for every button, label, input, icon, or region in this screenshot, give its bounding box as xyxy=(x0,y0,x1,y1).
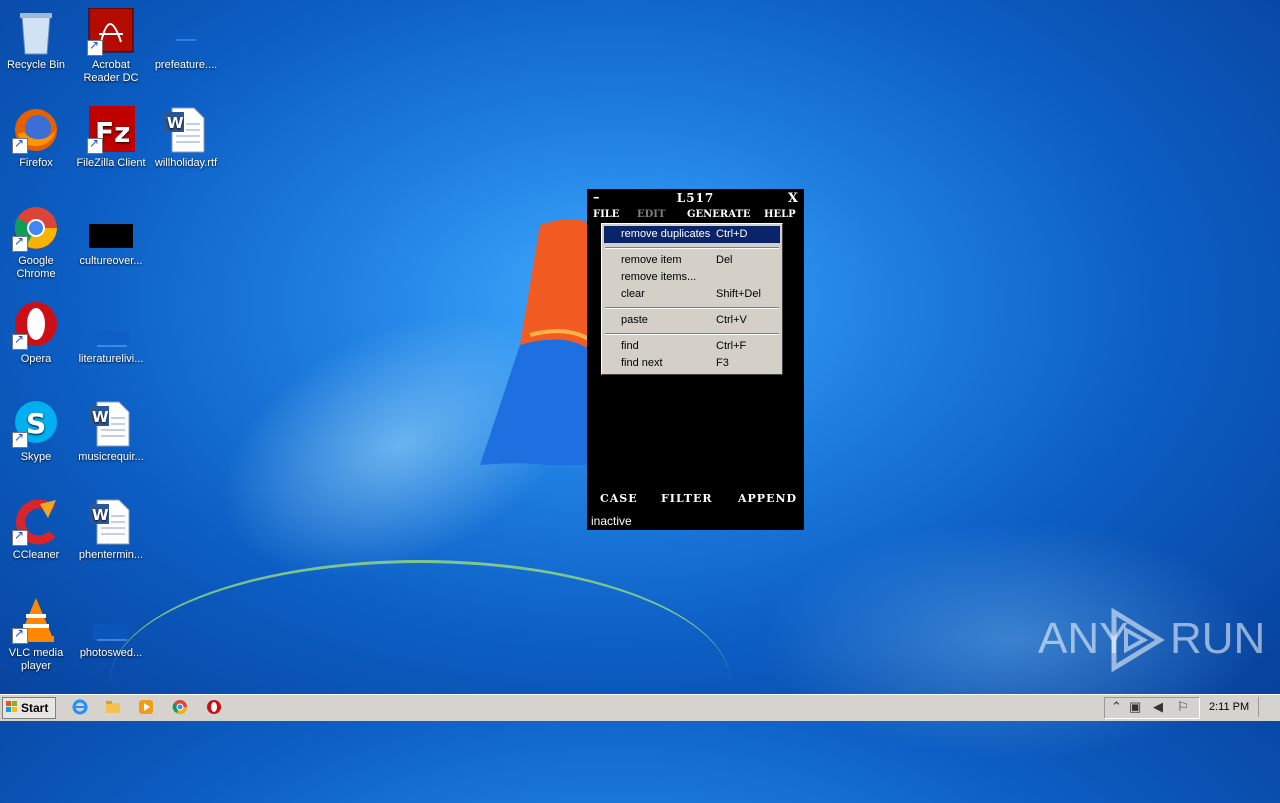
menu-edit[interactable]: EDIT xyxy=(637,209,665,220)
svg-text:W: W xyxy=(167,114,184,132)
menu-generate[interactable]: GENERATE xyxy=(687,209,751,220)
menu-item-remove-item[interactable]: remove item Del xyxy=(604,252,780,269)
skype-icon: S xyxy=(12,400,60,448)
file-icon xyxy=(87,204,135,252)
menu-file[interactable]: FILE xyxy=(593,209,619,220)
desktop-icon-literaturelivi[interactable]: literaturelivi... xyxy=(73,302,149,366)
menu-help[interactable]: HELP xyxy=(764,209,796,220)
word-document-icon: W xyxy=(87,498,135,546)
desktop-icon-willholiday[interactable]: W willholiday.rtf xyxy=(148,106,224,170)
menu-separator xyxy=(605,333,779,335)
desktop-icon-chrome[interactable]: Google Chrome xyxy=(0,204,74,281)
svg-text:W: W xyxy=(92,506,109,524)
file-icon xyxy=(87,596,135,644)
word-document-icon: W xyxy=(87,400,135,448)
desktop-icon-recycle-bin[interactable]: Recycle Bin xyxy=(0,8,74,72)
desktop-icon-cultureover[interactable]: cultureover... xyxy=(73,204,149,268)
close-button[interactable]: X xyxy=(788,191,798,206)
desktop-icon-musicrequir[interactable]: W musicrequir... xyxy=(73,400,149,464)
show-desktop-button[interactable] xyxy=(1258,697,1277,717)
opera-icon xyxy=(12,302,60,350)
play-triangle-icon xyxy=(1111,608,1165,672)
file-explorer-icon[interactable] xyxy=(105,699,121,715)
windows-flag-icon xyxy=(6,701,17,712)
svg-text:W: W xyxy=(92,408,109,426)
menu-item-find-next[interactable]: find next F3 xyxy=(604,355,780,372)
title-bar[interactable]: – L517 X xyxy=(587,189,804,207)
shortcut-arrow-icon xyxy=(12,431,28,448)
volume-icon[interactable]: ◀ xyxy=(1153,699,1163,715)
desktop-icon-opera[interactable]: Opera xyxy=(0,302,74,366)
desktop-icon-vlc[interactable]: VLC media player xyxy=(0,596,74,673)
shortcut-arrow-icon xyxy=(12,627,28,644)
shortcut-arrow-icon xyxy=(12,137,28,154)
filezilla-icon: Fz xyxy=(87,106,135,154)
window-title: L517 xyxy=(676,191,715,205)
desktop-icon-prefeature[interactable]: prefeature.... xyxy=(148,8,224,72)
recycle-bin-icon xyxy=(12,8,60,56)
file-icon xyxy=(87,302,135,350)
taskbar: Start ⌃ ▣ ◀ ⚐ 2:11 PM xyxy=(0,694,1280,721)
desktop-icon-skype[interactable]: S Skype xyxy=(0,400,74,464)
chrome-icon xyxy=(12,204,60,252)
desktop-icon-firefox[interactable]: Firefox xyxy=(0,106,74,170)
status-text: inactive xyxy=(591,514,632,528)
shortcut-arrow-icon xyxy=(87,39,103,56)
menu-bar: FILE EDIT GENERATE HELP xyxy=(587,208,804,224)
menu-item-find[interactable]: find Ctrl+F xyxy=(604,338,780,355)
show-hidden-icons-icon[interactable]: ⌃ xyxy=(1111,699,1122,715)
clock[interactable]: 2:11 PM xyxy=(1209,701,1249,713)
menu-item-paste[interactable]: paste Ctrl+V xyxy=(604,312,780,329)
menu-item-clear[interactable]: clear Shift+Del xyxy=(604,286,780,303)
wallpaper-swoosh xyxy=(110,560,730,803)
media-player-icon[interactable] xyxy=(138,699,154,715)
filter-button[interactable]: FILTER xyxy=(661,492,713,505)
menu-item-remove-items[interactable]: remove items... xyxy=(604,269,780,286)
internet-explorer-icon[interactable] xyxy=(72,699,88,715)
opera-taskbar-icon[interactable] xyxy=(206,699,222,715)
desktop-icon-ccleaner[interactable]: CCleaner xyxy=(0,498,74,562)
menu-separator xyxy=(605,307,779,309)
desktop-icon-filezilla[interactable]: Fz FileZilla Client xyxy=(73,106,149,170)
vlc-icon xyxy=(12,596,60,644)
file-icon xyxy=(162,8,210,56)
append-button[interactable]: APPEND xyxy=(738,492,797,505)
shortcut-arrow-icon xyxy=(87,137,103,154)
windows-logo xyxy=(480,219,590,465)
chrome-taskbar-icon[interactable] xyxy=(172,699,188,715)
desktop-icon-photoswed[interactable]: photoswed... xyxy=(73,596,149,660)
menu-item-remove-duplicates[interactable]: remove duplicates Ctrl+D xyxy=(604,226,780,243)
word-document-icon: W xyxy=(162,106,210,154)
menu-separator xyxy=(605,247,779,249)
desktop-icon-acrobat[interactable]: Acrobat Reader DC xyxy=(73,7,149,85)
shortcut-arrow-icon xyxy=(12,235,28,252)
start-button[interactable]: Start xyxy=(2,697,56,719)
anyrun-watermark: ANY RUN xyxy=(1038,608,1265,672)
shortcut-arrow-icon xyxy=(12,529,28,546)
ccleaner-icon xyxy=(12,498,60,546)
action-center-flag-icon[interactable]: ⚐ xyxy=(1177,699,1189,715)
svg-text:S: S xyxy=(26,407,46,440)
edit-dropdown-menu: remove duplicates Ctrl+D remove item Del… xyxy=(601,223,783,375)
desktop-icon-phentermin[interactable]: W phentermin... xyxy=(73,498,149,562)
firefox-icon xyxy=(12,106,60,154)
system-tray: ⌃ ▣ ◀ ⚐ xyxy=(1104,697,1200,719)
network-icon[interactable]: ▣ xyxy=(1129,699,1141,715)
acrobat-icon xyxy=(87,7,135,56)
shortcut-arrow-icon xyxy=(12,333,28,350)
case-button[interactable]: CASE xyxy=(600,492,638,505)
